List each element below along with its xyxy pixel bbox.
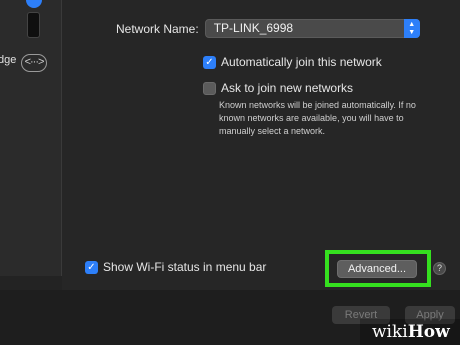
network-sidebar: dge <···>: [0, 0, 62, 290]
show-wifi-label: Show Wi-Fi status in menu bar: [103, 260, 267, 274]
auto-join-row[interactable]: ✓ Automatically join this network: [203, 55, 382, 69]
ask-join-description: Known networks will be joined automatica…: [219, 100, 416, 136]
bridge-icon[interactable]: <···>: [21, 54, 47, 72]
watermark-part1: wiki: [372, 322, 408, 342]
watermark-part2: How: [407, 322, 450, 342]
chevron-updown-icon: ▲ ▼: [403, 19, 420, 38]
help-button[interactable]: ?: [433, 262, 446, 275]
wifi-service-icon[interactable]: [26, 0, 42, 8]
show-wifi-checkbox[interactable]: ✓: [85, 260, 98, 274]
wikihow-watermark: wikiHow: [360, 319, 460, 345]
auto-join-label: Automatically join this network: [221, 55, 382, 69]
show-wifi-row[interactable]: ✓ Show Wi-Fi status in menu bar: [85, 260, 266, 274]
wifi-settings-panel: [62, 0, 460, 290]
phone-device-icon[interactable]: [27, 12, 40, 38]
auto-join-checkbox[interactable]: ✓: [203, 55, 216, 69]
sidebar-footer: [0, 276, 62, 290]
network-name-label: Network Name:: [116, 21, 199, 36]
network-name-popup[interactable]: TP-LINK_6998 ▲ ▼: [204, 19, 420, 38]
ask-join-checkbox[interactable]: [203, 81, 216, 95]
network-name-row: Network Name: TP-LINK_6998 ▲ ▼: [116, 19, 420, 38]
ask-join-row[interactable]: Ask to join new networks: [203, 81, 353, 95]
network-name-value: TP-LINK_6998: [213, 21, 294, 35]
advanced-button[interactable]: Advanced...: [337, 260, 417, 278]
sidebar-item-label: dge: [0, 54, 17, 66]
ask-join-label: Ask to join new networks: [221, 81, 354, 95]
